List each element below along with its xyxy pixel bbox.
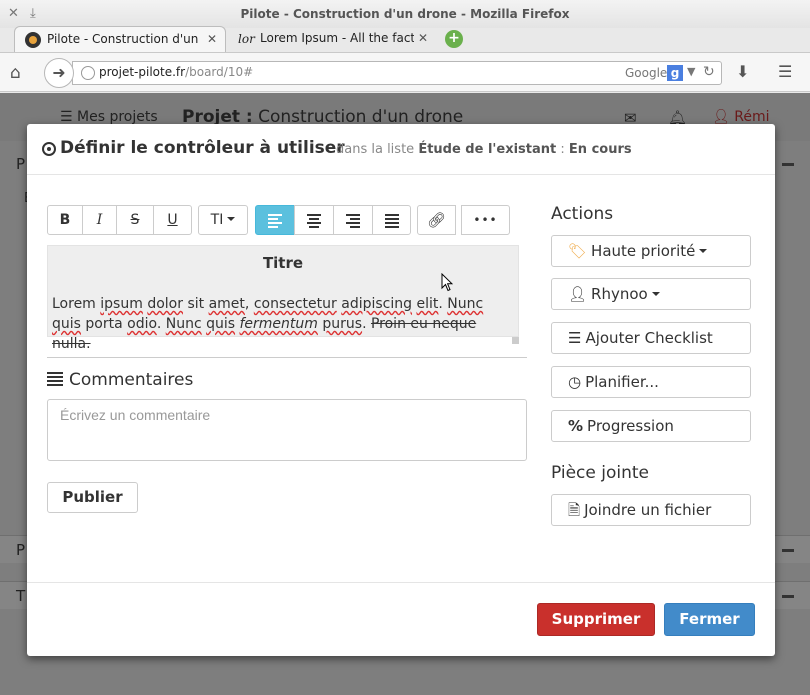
tab-strip: Pilote - Construction d'un ... ✕ lor Lor… bbox=[0, 24, 810, 52]
card-list-info: dans la liste Étude de l'existant : En c… bbox=[336, 142, 632, 157]
background-collapse-icon bbox=[782, 163, 794, 166]
navigation-toolbar: ⌂ projet-pilote.fr/board/10# Google g ▼ … bbox=[0, 52, 810, 92]
modal-header: Définir le contrôleur à utiliser dans la… bbox=[27, 124, 775, 175]
new-tab-plus-icon[interactable]: + bbox=[445, 30, 463, 48]
strikethrough-button[interactable]: S bbox=[116, 205, 154, 235]
chevron-down-icon bbox=[651, 292, 660, 296]
schedule-button[interactable]: ◷ Planifier... bbox=[551, 366, 751, 398]
chevron-down-icon bbox=[227, 217, 236, 221]
underline-button[interactable]: U bbox=[153, 205, 192, 235]
align-justify-icon[interactable] bbox=[372, 205, 411, 235]
align-center-icon[interactable] bbox=[294, 205, 334, 235]
add-checklist-button[interactable]: ☰ Ajouter Checklist bbox=[551, 322, 751, 354]
hamburger-menu-icon[interactable]: ☰ bbox=[778, 62, 792, 81]
tab-close-icon[interactable]: ✕ bbox=[418, 26, 428, 50]
close-button[interactable]: Fermer bbox=[664, 603, 755, 636]
tab-lorem-ipsum[interactable]: lor Lorem Ipsum - All the fact... ✕ bbox=[228, 26, 436, 52]
tag-icon: 🏷︎ bbox=[568, 242, 588, 260]
attachment-heading: Pièce jointe bbox=[551, 463, 650, 483]
attach-file-button[interactable]: 🗎 Joindre un fichier bbox=[551, 494, 751, 526]
url-text[interactable]: projet-pilote.fr/board/10# bbox=[99, 65, 253, 79]
user-icon: 👤︎ bbox=[568, 285, 588, 303]
editor-heading: Titre bbox=[262, 254, 304, 272]
drone-favicon-icon bbox=[25, 32, 41, 48]
background-list-title: P bbox=[16, 541, 26, 559]
user-menu[interactable]: 👤︎ Rémi bbox=[712, 109, 769, 125]
url-bar[interactable]: projet-pilote.fr/board/10# Google g ▼ ↻ bbox=[72, 61, 722, 85]
lorem-favicon-icon: lor bbox=[238, 32, 255, 46]
tab-label: Pilote - Construction d'un ... bbox=[47, 32, 203, 46]
dot-circle-icon bbox=[42, 142, 56, 156]
italic-button[interactable]: I bbox=[82, 205, 117, 235]
comment-input[interactable] bbox=[48, 400, 526, 460]
home-icon[interactable]: ⌂ bbox=[10, 63, 21, 83]
card-modal: Définir le contrôleur à utiliser dans la… bbox=[27, 124, 775, 656]
link-icon[interactable]: 🔗︎ bbox=[417, 205, 456, 235]
globe-icon bbox=[81, 66, 95, 80]
divider bbox=[47, 357, 527, 358]
priority-button[interactable]: 🏷︎ Haute priorité bbox=[551, 235, 751, 267]
font-size-button[interactable]: TI bbox=[198, 205, 248, 235]
list-icon: ☰ bbox=[568, 329, 582, 347]
google-icon[interactable]: g bbox=[667, 65, 683, 81]
background-list-title: P bbox=[16, 155, 26, 173]
my-projects-link[interactable]: ☰ Mes projets bbox=[60, 109, 158, 125]
clock-icon: ◷ bbox=[568, 373, 582, 391]
bold-button[interactable]: B bbox=[47, 205, 83, 235]
percent-icon: % bbox=[568, 417, 584, 435]
window-title: Pilote - Construction d'un drone - Mozil… bbox=[240, 7, 570, 21]
tab-label: Lorem Ipsum - All the fact... bbox=[260, 31, 414, 45]
tab-close-icon[interactable]: ✕ bbox=[207, 27, 217, 51]
chevron-down-icon bbox=[699, 249, 708, 253]
actions-heading: Actions bbox=[551, 204, 614, 224]
back-button-arrow-icon[interactable]: ➜ bbox=[44, 58, 74, 88]
search-engine-label: Google bbox=[625, 66, 668, 80]
comments-heading: Commentaires bbox=[47, 370, 193, 390]
progress-button[interactable]: % Progression bbox=[551, 410, 751, 442]
editor-paragraph: Lorem ipsum dolor sit amet, consectetur … bbox=[52, 296, 484, 352]
mouse-pointer-icon bbox=[441, 273, 453, 292]
tab-pilote[interactable]: Pilote - Construction d'un ... ✕ bbox=[14, 26, 226, 52]
modal-footer: Supprimer Fermer bbox=[27, 582, 775, 656]
delete-button[interactable]: Supprimer bbox=[537, 603, 655, 636]
align-right-icon[interactable] bbox=[333, 205, 373, 235]
background-collapse-icon bbox=[782, 549, 794, 552]
align-left-icon bbox=[47, 372, 63, 386]
download-icon[interactable]: ⬇ bbox=[736, 62, 749, 81]
more-options-button[interactable]: ••• bbox=[461, 205, 510, 235]
file-icon: 🗎 bbox=[568, 501, 581, 519]
reload-icon[interactable]: ↻ bbox=[703, 64, 715, 80]
card-title[interactable]: Définir le contrôleur à utiliser bbox=[60, 138, 345, 158]
align-left-icon[interactable] bbox=[255, 205, 295, 235]
dropdown-arrow-icon[interactable]: ▼ bbox=[687, 65, 695, 78]
publish-button[interactable]: Publier bbox=[47, 482, 138, 513]
background-list-title: T bbox=[16, 587, 26, 605]
assignee-button[interactable]: 👤︎ Rhynoo bbox=[551, 278, 751, 310]
resize-handle-icon[interactable] bbox=[512, 337, 519, 344]
background-collapse-icon bbox=[782, 595, 794, 598]
comment-field-wrapper bbox=[47, 399, 527, 461]
